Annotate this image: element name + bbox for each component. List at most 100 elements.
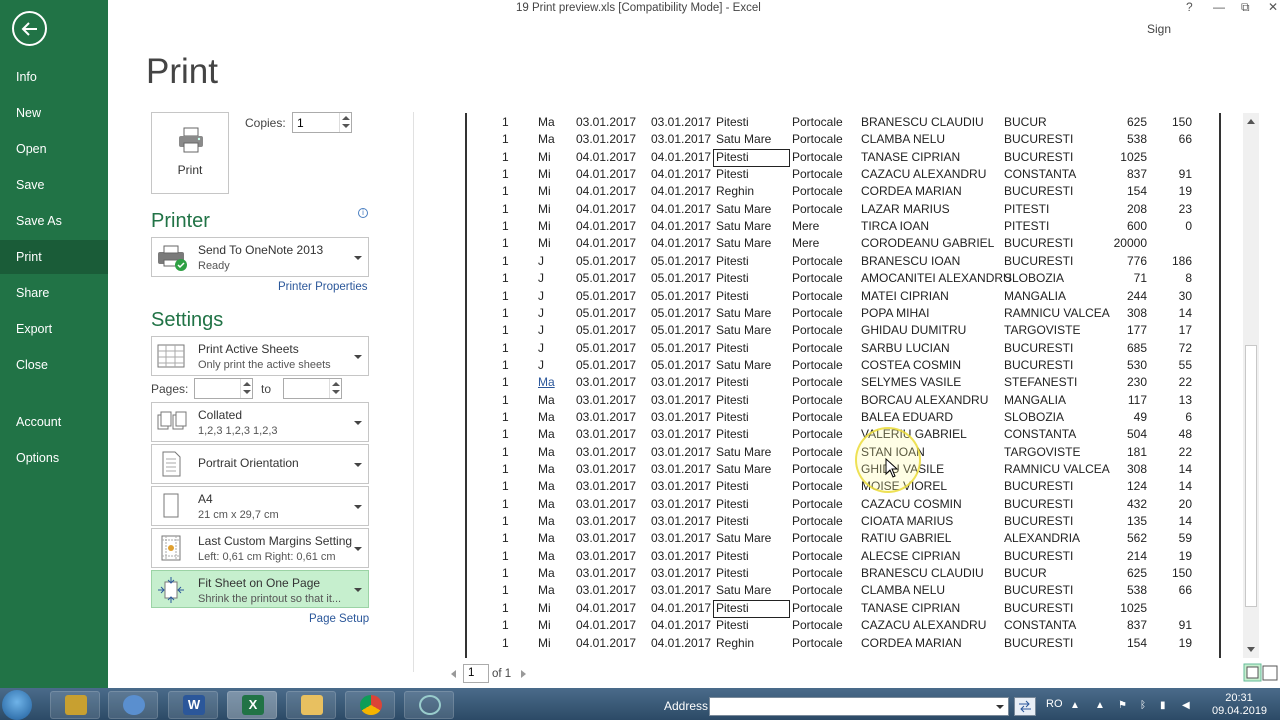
close-window-button[interactable]: ✕: [1268, 0, 1278, 14]
pages-to-input[interactable]: [283, 378, 342, 399]
notification-icon[interactable]: ▲: [1095, 700, 1107, 712]
print-button[interactable]: Print: [151, 112, 229, 194]
address-go-button[interactable]: [1014, 697, 1036, 716]
taskbar-app-2[interactable]: [108, 691, 158, 719]
spin-down-icon[interactable]: [342, 124, 350, 128]
start-button-icon[interactable]: [2, 690, 32, 720]
table-cell: MANGALIA: [1004, 288, 1067, 303]
table-cell: Portocale: [792, 548, 843, 563]
help-icon[interactable]: ?: [1186, 0, 1193, 14]
table-cell: Pitesti: [716, 253, 749, 268]
show-margins-icon[interactable]: [1243, 663, 1262, 682]
taskbar-chrome[interactable]: [345, 691, 395, 719]
table-row: 1 Mi 04.01.2017 04.01.2017 Satu Mare Mere CORO…: [465, 235, 1221, 252]
table-cell: CAZACU ALEXANDRU: [861, 618, 987, 633]
zoom-to-page-icon[interactable]: [1262, 665, 1278, 681]
restore-button[interactable]: ⧉: [1241, 0, 1250, 15]
spin-up-icon[interactable]: [342, 116, 350, 120]
table-cell: BRANESCU IOAN: [861, 253, 961, 268]
action-center-icon[interactable]: ⚑: [1118, 700, 1130, 712]
table-cell: Satu Mare: [716, 219, 772, 234]
copies-spin[interactable]: [339, 113, 351, 132]
scaling-dropdown[interactable]: Fit Sheet on One Page Shrink the printou…: [151, 570, 369, 608]
table-cell: 17: [1178, 323, 1192, 338]
nav-item-export[interactable]: Export: [0, 312, 108, 346]
nav-item-open[interactable]: Open: [0, 132, 108, 166]
orientation-dropdown[interactable]: Portrait Orientation: [151, 444, 369, 484]
nav-item-share[interactable]: Share: [0, 276, 108, 310]
table-cell: 1: [502, 583, 509, 598]
table-cell: 1: [502, 340, 509, 355]
spin-up-icon[interactable]: [332, 382, 340, 386]
table-row: 1 Ma 03.01.2017 03.01.2017 Satu Mare Portocal…: [465, 530, 1221, 547]
nav-item-info[interactable]: Info: [0, 60, 108, 94]
spin-down-icon[interactable]: [243, 390, 251, 394]
paper-size-dropdown[interactable]: A4 21 cm x 29,7 cm: [151, 486, 369, 526]
taskbar-app-1[interactable]: [50, 691, 100, 719]
copies-stepper[interactable]: 1: [292, 112, 352, 133]
nav-item-save[interactable]: Save: [0, 168, 108, 202]
collation-dropdown[interactable]: Collated 1,2,3 1,2,3 1,2,3: [151, 402, 369, 442]
copies-label: Copies:: [245, 116, 286, 130]
print-what-dropdown[interactable]: Print Active Sheets Only print the activ…: [151, 336, 369, 376]
preview-scrollbar[interactable]: [1243, 113, 1259, 658]
bluetooth-icon[interactable]: ᛒ: [1140, 700, 1152, 712]
taskbar-media[interactable]: [404, 691, 454, 719]
table-cell: 05.01.2017: [651, 288, 712, 303]
scrollbar-thumb[interactable]: [1245, 345, 1257, 607]
page-title: Print: [146, 52, 218, 91]
margins-dropdown[interactable]: Last Custom Margins Setting Left: 0,61 c…: [151, 528, 369, 568]
nav-item-save-as[interactable]: Save As: [0, 204, 108, 238]
table-row: 1 Mi 04.01.2017 04.01.2017 Satu Mare Mere TIRC…: [465, 218, 1221, 235]
page-setup-link[interactable]: Page Setup: [309, 613, 369, 625]
current-page-input[interactable]: 1: [463, 664, 489, 683]
nav-item-options[interactable]: Options: [0, 441, 108, 475]
minimize-button[interactable]: —: [1213, 0, 1225, 14]
taskbar-word[interactable]: W: [168, 691, 218, 719]
pages-from-input[interactable]: [194, 378, 253, 399]
table-cell: POPA MIHAI: [861, 305, 930, 320]
nav-item-new[interactable]: New: [0, 96, 108, 130]
keyboard-icon[interactable]: ▲: [1070, 700, 1082, 712]
clock-date: 09.04.2019: [1212, 705, 1268, 717]
printer-status: Ready: [198, 260, 230, 272]
table-cell: Mere: [792, 219, 820, 234]
table-cell: ALECSE CIPRIAN: [861, 548, 961, 563]
pages-from-spin[interactable]: [240, 379, 252, 398]
nav-item-print[interactable]: Print: [0, 240, 108, 274]
paper-size-subtitle: 21 cm x 29,7 cm: [198, 509, 279, 521]
spin-up-icon[interactable]: [243, 382, 251, 386]
next-page-icon[interactable]: [521, 670, 526, 678]
table-cell: 03.01.2017: [651, 566, 712, 581]
table-cell: 04.01.2017: [576, 618, 637, 633]
spin-down-icon[interactable]: [332, 390, 340, 394]
table-cell: 71: [1133, 271, 1147, 286]
nav-item-account[interactable]: Account: [0, 405, 108, 439]
language-indicator[interactable]: RO: [1046, 698, 1063, 710]
scroll-down-icon[interactable]: [1247, 647, 1255, 652]
table-cell: Portocale: [792, 149, 843, 164]
address-input[interactable]: [709, 697, 1009, 716]
table-cell: 03.01.2017: [651, 392, 712, 407]
table-cell: 150: [1171, 566, 1192, 581]
table-row: 1 Ma 03.01.2017 03.01.2017 Pitesti Portocale B…: [465, 114, 1221, 131]
scroll-up-icon[interactable]: [1247, 119, 1255, 124]
taskbar-explorer[interactable]: [286, 691, 336, 719]
sign-in-link[interactable]: Sign: [1147, 22, 1171, 36]
table-cell: BUCURESTI: [1004, 583, 1074, 598]
chevron-down-icon[interactable]: [996, 705, 1004, 709]
taskbar-excel[interactable]: X: [227, 691, 277, 719]
prev-page-icon[interactable]: [451, 670, 456, 678]
printer-properties-link[interactable]: Printer Properties: [278, 281, 367, 293]
network-icon[interactable]: ▮: [1160, 700, 1172, 712]
table-cell: TANASE CIPRIAN: [861, 149, 961, 164]
pages-to-spin[interactable]: [329, 379, 341, 398]
table-cell: Portocale: [792, 514, 843, 529]
table-cell: Satu Mare: [716, 323, 772, 338]
nav-item-close[interactable]: Close: [0, 348, 108, 382]
system-clock[interactable]: 20:31 09.04.2019: [1212, 692, 1268, 718]
info-icon[interactable]: i: [358, 208, 368, 218]
printer-dropdown[interactable]: Send To OneNote 2013 Ready: [151, 237, 369, 277]
back-arrow-icon[interactable]: [12, 11, 47, 46]
volume-icon[interactable]: ◀: [1182, 700, 1194, 712]
